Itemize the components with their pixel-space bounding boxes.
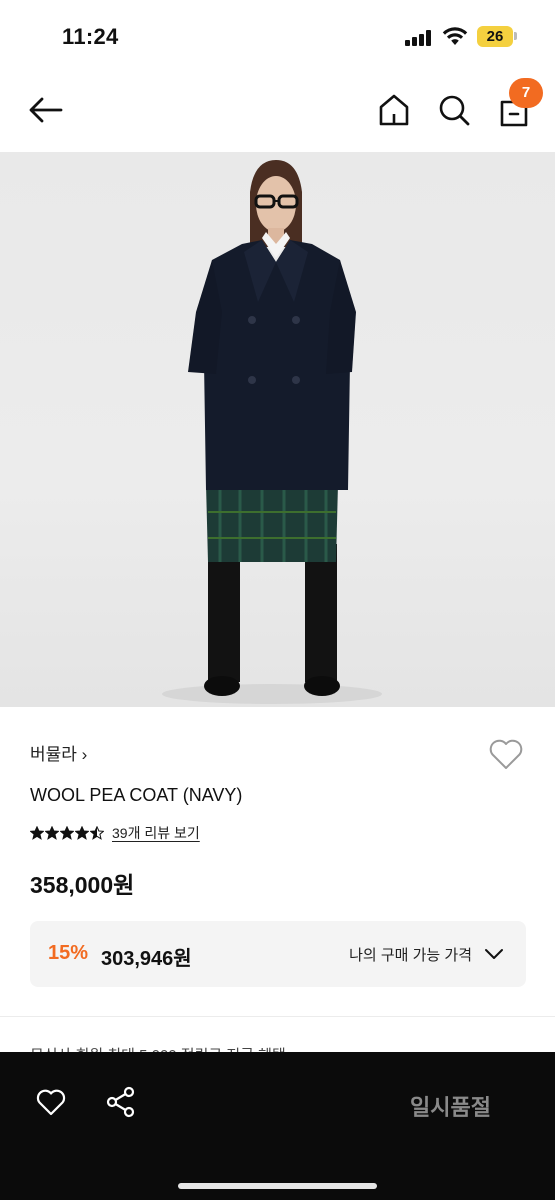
star-icon: [90, 826, 104, 840]
battery-tip: [514, 32, 517, 40]
discount-price: 303,946원: [101, 948, 192, 970]
review-link[interactable]: 39개 리뷰 보기: [112, 823, 200, 843]
my-price-toggle[interactable]: 나의 구매 가능 가격: [349, 937, 504, 971]
status-time: 11:24: [62, 24, 119, 49]
heart-icon[interactable]: [34, 1085, 68, 1119]
star-icon: [30, 826, 44, 840]
wifi-icon: [442, 27, 468, 45]
bottom-action-bar: 일시품절: [0, 1052, 555, 1200]
sold-out-button[interactable]: 일시품절: [410, 1090, 491, 1122]
discount-rate: 15%: [48, 942, 89, 964]
home-icon[interactable]: [376, 92, 412, 128]
search-icon[interactable]: [436, 92, 472, 128]
status-bar: 11:24 26: [0, 0, 555, 72]
rating-row: 39개 리뷰 보기: [30, 823, 200, 843]
brand-name: 버뮬라: [30, 745, 77, 764]
product-name: WOOL PEA COAT (NAVY): [30, 785, 243, 805]
battery-indicator: 26: [477, 26, 513, 47]
my-price-label: 나의 구매 가능 가격: [349, 946, 472, 964]
rating-stars: [30, 826, 104, 840]
star-icon: [60, 826, 74, 840]
home-indicator: [178, 1183, 377, 1189]
heart-icon[interactable]: [486, 734, 526, 774]
brand-arrow: ›: [81, 745, 88, 764]
chevron-down-icon: [485, 949, 503, 959]
product-image[interactable]: [0, 152, 555, 707]
share-icon[interactable]: [104, 1085, 138, 1119]
product-price: 358,000원: [30, 872, 135, 898]
arrow-left-icon[interactable]: [26, 92, 66, 128]
brand-link[interactable]: 버뮬라 ›: [30, 740, 87, 765]
cellular-signal-icon: [405, 30, 433, 46]
section-divider: [0, 1016, 555, 1017]
cart-count-badge: 7: [509, 78, 543, 108]
top-navigation: [0, 72, 555, 152]
product-illustration: [162, 160, 382, 704]
star-icon: [45, 826, 59, 840]
star-icon: [75, 826, 89, 840]
discount-price-box: 15% 303,946원 나의 구매 가능 가격: [30, 921, 526, 987]
